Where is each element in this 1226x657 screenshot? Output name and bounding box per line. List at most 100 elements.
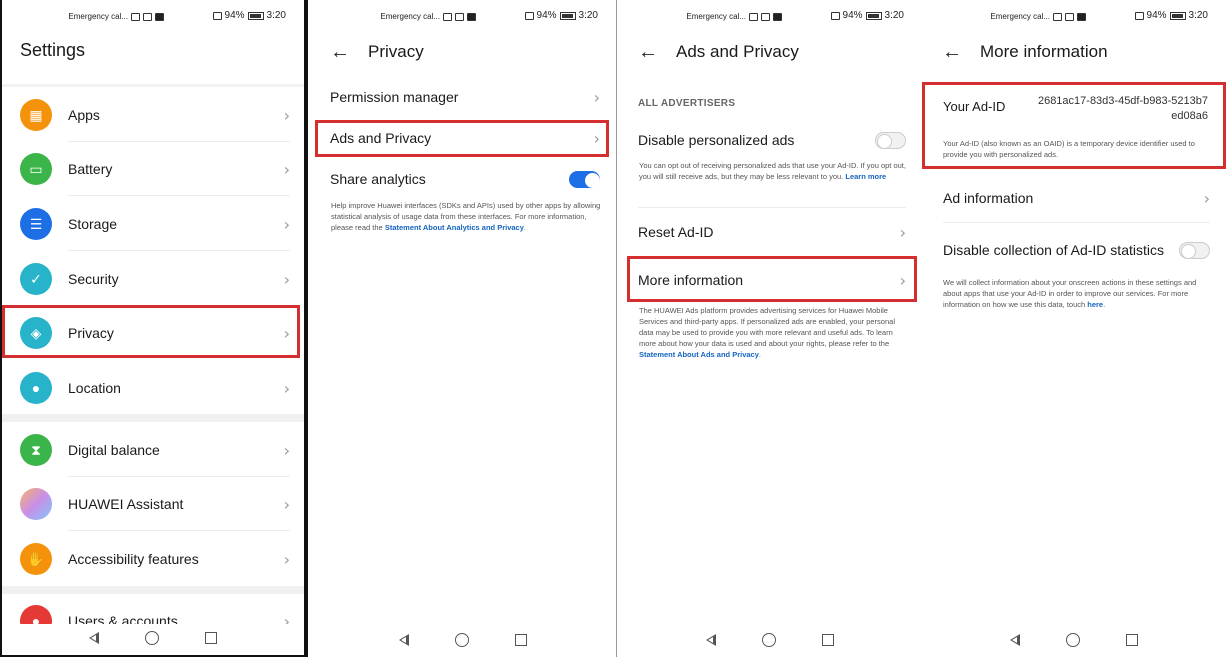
disable-personalized-ads-toggle[interactable] — [875, 131, 906, 149]
back-arrow-icon[interactable]: ← — [638, 42, 658, 62]
page-title: More information — [980, 42, 1108, 61]
disable-ad-id-statistics-item[interactable]: Disable collection of Ad-ID statistics — [943, 240, 1210, 260]
nav-recents-icon[interactable] — [205, 632, 217, 644]
huawei-assistant-icon — [20, 488, 52, 520]
settings-item-huawei-assistant[interactable]: HUAWEI Assistant › — [20, 477, 290, 531]
hourglass-icon: ⧗ — [20, 434, 52, 466]
back-arrow-icon[interactable]: ← — [942, 42, 962, 62]
here-link[interactable]: here — [1087, 300, 1103, 309]
disable-personalized-ads-item[interactable]: Disable personalized ads — [638, 130, 906, 150]
nav-home-icon[interactable] — [455, 633, 469, 647]
ad-information-item[interactable]: Ad information › — [943, 188, 1210, 208]
highlight-box — [922, 82, 1226, 169]
app-notification-icon — [155, 12, 164, 21]
section-gap — [2, 414, 304, 422]
hand-icon: ✋ — [20, 543, 52, 575]
chevron-right-icon: › — [283, 494, 290, 514]
settings-screen: Emergency cal... 94% 3:20 Settings ▦ App… — [0, 0, 306, 657]
storage-icon: ☰ — [20, 208, 52, 240]
ad-id-statistics-description: We will collect information about your o… — [943, 278, 1197, 309]
mail-icon — [143, 12, 152, 21]
nav-back-icon[interactable] — [706, 634, 716, 646]
divider — [2, 84, 304, 87]
shield-check-icon: ✓ — [20, 263, 52, 295]
nav-recents-icon[interactable] — [822, 634, 834, 646]
vibrate-icon — [1134, 11, 1144, 20]
settings-item-battery[interactable]: ▭ Battery › — [20, 142, 290, 196]
mail-icon — [761, 12, 770, 21]
chevron-right-icon: › — [283, 440, 290, 460]
personalized-ads-description: You can opt out of receiving personalize… — [639, 161, 906, 181]
ads-privacy-statement-link[interactable]: Statement About Ads and Privacy — [639, 350, 759, 359]
disable-ad-id-statistics-toggle[interactable] — [1179, 241, 1210, 259]
navigation-bar — [922, 633, 1226, 647]
battery-percent: 94% — [536, 10, 557, 21]
settings-item-apps[interactable]: ▦ Apps › — [20, 88, 290, 142]
clock-time: 3:20 — [1188, 10, 1208, 21]
chevron-right-icon: › — [593, 87, 600, 107]
status-bar: Emergency cal... 94% 3:20 — [2, 10, 304, 24]
nav-home-icon[interactable] — [762, 633, 776, 647]
vibrate-icon — [830, 11, 840, 20]
nav-back-icon[interactable] — [89, 632, 99, 644]
share-analytics-item[interactable]: Share analytics — [330, 169, 600, 189]
user-icon: ● — [20, 605, 52, 624]
highlight-box — [627, 256, 917, 302]
learn-more-link[interactable]: Learn more — [845, 172, 886, 181]
section-header: ALL ADVERTISERS — [638, 98, 736, 109]
app-notification-icon — [1077, 12, 1086, 21]
battery-percent: 94% — [224, 10, 245, 21]
privacy-screen: Emergency cal... 94% 3:20 ← Privacy Perm… — [310, 0, 616, 657]
divider — [638, 207, 906, 208]
back-arrow-icon[interactable]: ← — [330, 42, 350, 62]
settings-item-security[interactable]: ✓ Security › — [20, 252, 290, 306]
battery-percent: 94% — [1146, 10, 1167, 21]
battery-icon — [865, 11, 882, 20]
analytics-privacy-link[interactable]: Statement About Analytics and Privacy — [385, 223, 524, 232]
battery-percent: 94% — [842, 10, 863, 21]
chevron-right-icon: › — [283, 378, 290, 398]
chevron-right-icon: › — [283, 549, 290, 569]
apps-grid-icon: ▦ — [20, 99, 52, 131]
mail-icon — [1065, 12, 1074, 21]
permission-manager-item[interactable]: Permission manager › — [330, 87, 600, 107]
battery-icon — [247, 11, 264, 20]
emergency-call-text: Emergency cal... — [990, 12, 1050, 21]
reset-ad-id-item[interactable]: Reset Ad-ID › — [638, 222, 906, 242]
more-information-screen: Emergency cal... 94% 3:20 ← More informa… — [922, 0, 1226, 657]
settings-item-label: Location — [68, 380, 121, 396]
emergency-call-text: Emergency cal... — [380, 12, 440, 21]
chevron-right-icon: › — [283, 269, 290, 289]
settings-item-storage[interactable]: ☰ Storage › — [20, 197, 290, 251]
location-pin-icon: ● — [20, 372, 52, 404]
chevron-right-icon: › — [283, 611, 290, 625]
vibrate-icon — [524, 11, 534, 20]
settings-item-label: Storage — [68, 216, 118, 232]
navigation-bar — [2, 631, 304, 645]
settings-item-digital-balance[interactable]: ⧗ Digital balance › — [20, 423, 290, 477]
vibrate-icon — [212, 11, 222, 20]
nav-home-icon[interactable] — [1066, 633, 1080, 647]
wifi-icon — [443, 12, 452, 21]
nav-back-icon[interactable] — [1010, 634, 1020, 646]
page-title: Settings — [20, 40, 86, 60]
settings-item-label: Apps — [68, 107, 100, 123]
clock-time: 3:20 — [884, 10, 904, 21]
nav-recents-icon[interactable] — [1126, 634, 1138, 646]
settings-item-label: Digital balance — [68, 442, 160, 458]
nav-back-icon[interactable] — [399, 634, 409, 646]
settings-item-accessibility[interactable]: ✋ Accessibility features › — [20, 532, 290, 586]
divider — [943, 222, 1210, 223]
mail-icon — [455, 12, 464, 21]
battery-icon — [559, 11, 576, 20]
nav-recents-icon[interactable] — [515, 634, 527, 646]
page-title: Ads and Privacy — [676, 42, 799, 61]
chevron-right-icon: › — [1203, 188, 1210, 208]
section-gap — [2, 586, 304, 594]
share-analytics-toggle[interactable] — [569, 170, 600, 188]
nav-home-icon[interactable] — [145, 631, 159, 645]
settings-item-users-accounts[interactable]: ● Users & accounts › — [20, 594, 290, 624]
app-notification-icon — [773, 12, 782, 21]
settings-item-location[interactable]: ● Location › — [20, 361, 290, 415]
settings-item-label: Security — [68, 271, 119, 287]
